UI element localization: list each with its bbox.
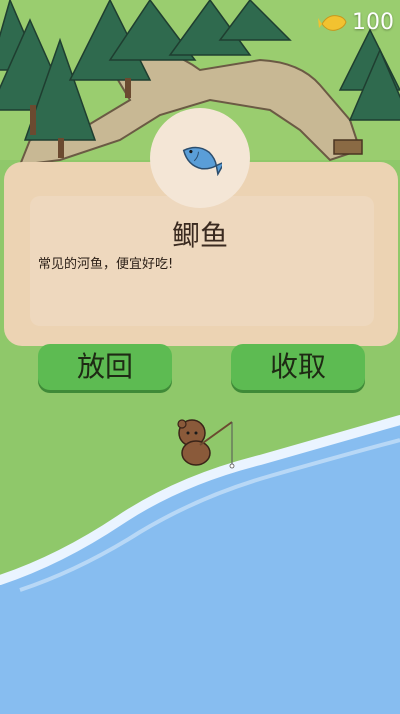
crucian-carp-icon — [182, 146, 222, 176]
fish-name: 鲫鱼 — [171, 219, 228, 252]
coin-counter: 100 — [318, 6, 394, 38]
golden-fish-icon — [318, 15, 347, 31]
collect-button[interactable]: 收取 — [231, 344, 365, 390]
release-button[interactable]: 放回 — [38, 344, 172, 390]
fish-portrait — [150, 108, 250, 208]
fish-description: 常见的河鱼，便宜好吃! — [38, 257, 174, 272]
coin-amount: 100 — [352, 9, 394, 35]
